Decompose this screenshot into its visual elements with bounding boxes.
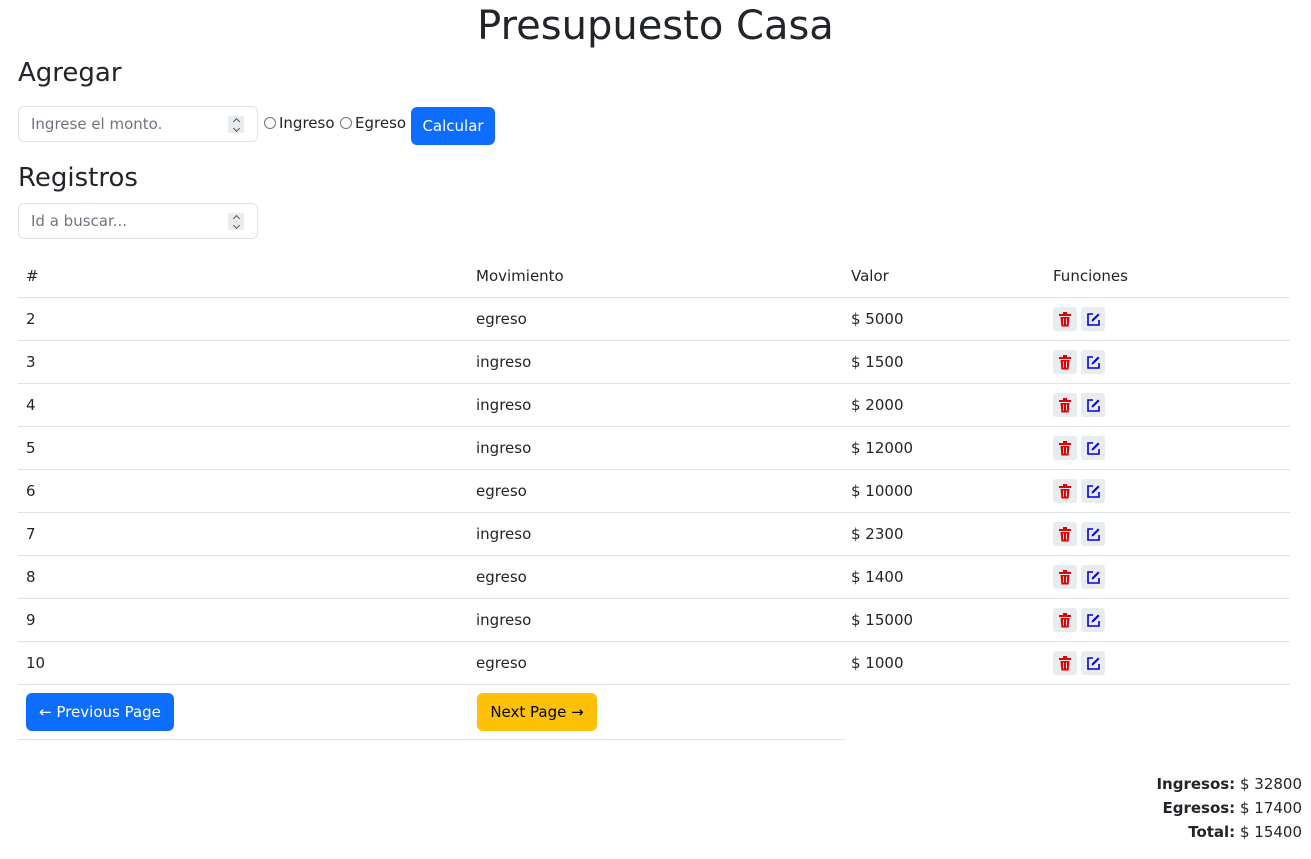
header-value: Valor [843, 255, 1045, 298]
cell-functions [1045, 598, 1290, 642]
grand-total: Total: $ 15400 [1188, 823, 1302, 841]
cell-value: $ 2000 [843, 383, 1045, 427]
trash-icon[interactable] [1053, 565, 1077, 589]
cell-functions [1045, 340, 1290, 384]
cell-movement: egreso [468, 469, 843, 513]
cell-value: $ 12000 [843, 426, 1045, 470]
trash-icon[interactable] [1053, 522, 1077, 546]
totals-summary: Ingresos: $ 32800 Egresos: $ 17400 Total… [1156, 772, 1302, 844]
cell-movement: ingreso [468, 598, 843, 642]
trash-icon[interactable] [1053, 651, 1077, 675]
header-functions: Funciones [1045, 255, 1290, 298]
table-row: 5 ingreso $ 12000 [18, 426, 1290, 470]
amount-spinner[interactable] [228, 116, 244, 133]
cell-id: 4 [18, 383, 468, 427]
cell-id: 8 [18, 555, 468, 599]
next-page-button[interactable]: Next Page → [477, 693, 597, 731]
trash-icon[interactable] [1053, 479, 1077, 503]
pagination-divider [18, 739, 845, 740]
chevron-down-icon [232, 124, 240, 132]
amount-field[interactable] [18, 106, 258, 142]
table-row: 7 ingreso $ 2300 [18, 512, 1290, 556]
search-input[interactable] [19, 204, 231, 238]
income-total: Ingresos: $ 32800 [1156, 775, 1302, 793]
cell-id: 2 [18, 297, 468, 341]
records-table: # Movimiento Valor Funciones 2 egreso $ 50… [18, 255, 1290, 685]
cell-functions [1045, 555, 1290, 599]
header-movement: Movimiento [468, 255, 843, 298]
trash-icon[interactable] [1053, 393, 1077, 417]
search-spinner[interactable] [228, 213, 244, 230]
calculate-button[interactable]: Calcular [411, 107, 495, 145]
cell-movement: ingreso [468, 383, 843, 427]
table-row: 4 ingreso $ 2000 [18, 383, 1290, 427]
edit-icon[interactable] [1081, 436, 1105, 460]
cell-value: $ 1400 [843, 555, 1045, 599]
cell-movement: ingreso [468, 340, 843, 384]
edit-icon[interactable] [1081, 522, 1105, 546]
amount-input[interactable] [19, 107, 231, 141]
edit-icon[interactable] [1081, 608, 1105, 632]
cell-functions [1045, 426, 1290, 470]
radio-income-circle[interactable] [264, 117, 276, 129]
table-row: 2 egreso $ 5000 [18, 297, 1290, 341]
cell-movement: egreso [468, 297, 843, 341]
previous-page-button[interactable]: ← Previous Page [26, 693, 174, 731]
edit-icon[interactable] [1081, 307, 1105, 331]
edit-icon[interactable] [1081, 393, 1105, 417]
cell-id: 7 [18, 512, 468, 556]
radio-expense-label: Egreso [355, 114, 407, 132]
trash-icon[interactable] [1053, 608, 1077, 632]
radio-expense[interactable]: Egreso [340, 114, 406, 132]
trash-icon[interactable] [1053, 307, 1077, 331]
table-row: 6 egreso $ 10000 [18, 469, 1290, 513]
cell-functions [1045, 469, 1290, 513]
add-section-heading: Agregar [18, 58, 122, 88]
cell-value: $ 15000 [843, 598, 1045, 642]
edit-icon[interactable] [1081, 479, 1105, 503]
page-title: Presupuesto Casa [477, 3, 834, 49]
cell-functions [1045, 383, 1290, 427]
header-id: # [18, 255, 468, 298]
cell-movement: egreso [468, 555, 843, 599]
edit-icon[interactable] [1081, 565, 1105, 589]
trash-icon[interactable] [1053, 436, 1077, 460]
cell-movement: ingreso [468, 512, 843, 556]
cell-value: $ 1500 [843, 340, 1045, 384]
cell-functions [1045, 641, 1290, 685]
table-row: 3 ingreso $ 1500 [18, 340, 1290, 384]
cell-id: 6 [18, 469, 468, 513]
edit-icon[interactable] [1081, 651, 1105, 675]
table-row: 9 ingreso $ 15000 [18, 598, 1290, 642]
search-field[interactable] [18, 203, 258, 239]
cell-movement: ingreso [468, 426, 843, 470]
table-header-row: # Movimiento Valor Funciones [18, 255, 1290, 298]
cell-value: $ 5000 [843, 297, 1045, 341]
cell-id: 5 [18, 426, 468, 470]
table-row: 8 egreso $ 1400 [18, 555, 1290, 599]
table-row: 10 egreso $ 1000 [18, 641, 1290, 685]
cell-functions [1045, 297, 1290, 341]
chevron-down-icon [232, 221, 240, 229]
trash-icon[interactable] [1053, 350, 1077, 374]
edit-icon[interactable] [1081, 350, 1105, 374]
cell-value: $ 1000 [843, 641, 1045, 685]
cell-value: $ 2300 [843, 512, 1045, 556]
cell-id: 9 [18, 598, 468, 642]
expense-total: Egresos: $ 17400 [1162, 799, 1302, 817]
radio-expense-circle[interactable] [340, 117, 352, 129]
radio-income-label: Ingreso [279, 114, 335, 132]
records-section-heading: Registros [18, 163, 138, 193]
cell-id: 3 [18, 340, 468, 384]
cell-functions [1045, 512, 1290, 556]
cell-movement: egreso [468, 641, 843, 685]
cell-value: $ 10000 [843, 469, 1045, 513]
radio-income[interactable]: Ingreso [264, 114, 335, 132]
table-body: 2 egreso $ 5000 3 ingreso $ 1500 4 ingreso $ 200… [18, 297, 1290, 685]
cell-id: 10 [18, 641, 468, 685]
